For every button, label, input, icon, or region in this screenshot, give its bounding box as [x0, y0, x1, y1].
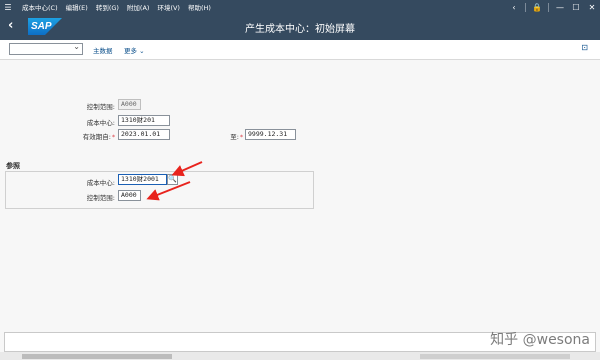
- bottom-strip: [0, 352, 600, 360]
- scrollbar-left[interactable]: [22, 354, 172, 359]
- annotation-arrows: [146, 161, 203, 201]
- scrollbar-right[interactable]: [420, 354, 570, 359]
- annotation-arrow-1: [171, 161, 203, 177]
- annotation-arrow-2: [146, 181, 191, 201]
- watermark: 知乎 @wesona: [490, 332, 590, 348]
